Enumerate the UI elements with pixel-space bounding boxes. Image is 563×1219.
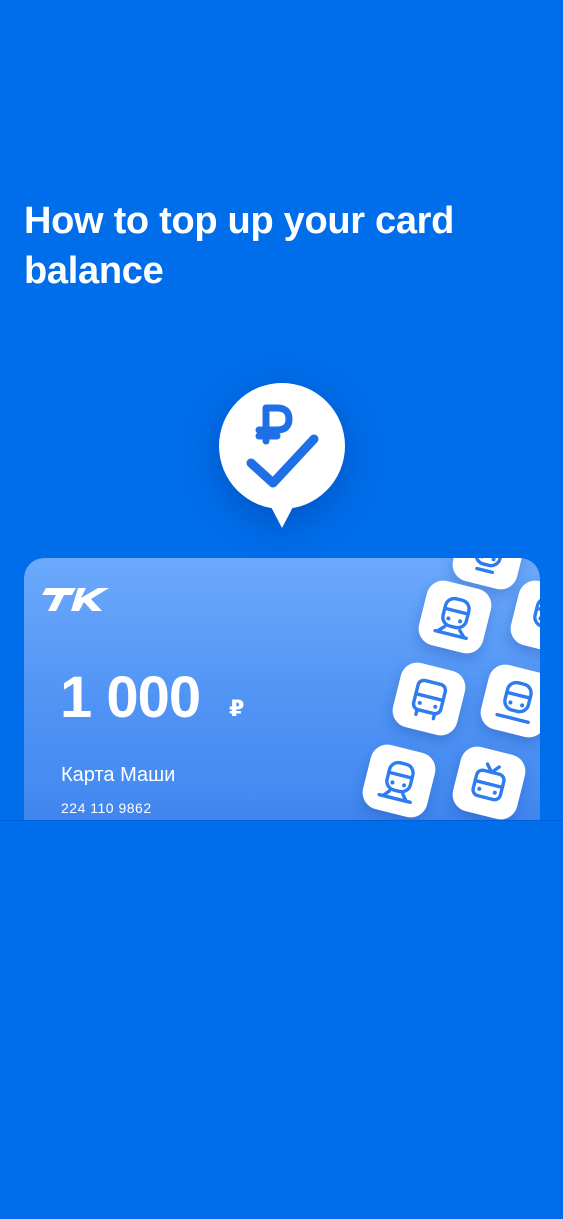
card-balance: 1 000: [60, 665, 201, 730]
card-name: Карта Маши: [61, 764, 176, 786]
transport-card[interactable]: 1 000 ₽ Карта Маши 224 110 9862: [24, 558, 540, 820]
card-number: 224 110 9862: [61, 800, 152, 816]
currency-symbol: ₽: [229, 696, 245, 721]
page-title: How to top up your card balance: [24, 200, 455, 292]
ruble-check-icon: [219, 383, 345, 529]
tk-logo-icon: [42, 584, 112, 614]
divider: [0, 820, 563, 821]
onboarding-screen: How to top up your card balance 1 000 ₽ …: [0, 0, 563, 1219]
